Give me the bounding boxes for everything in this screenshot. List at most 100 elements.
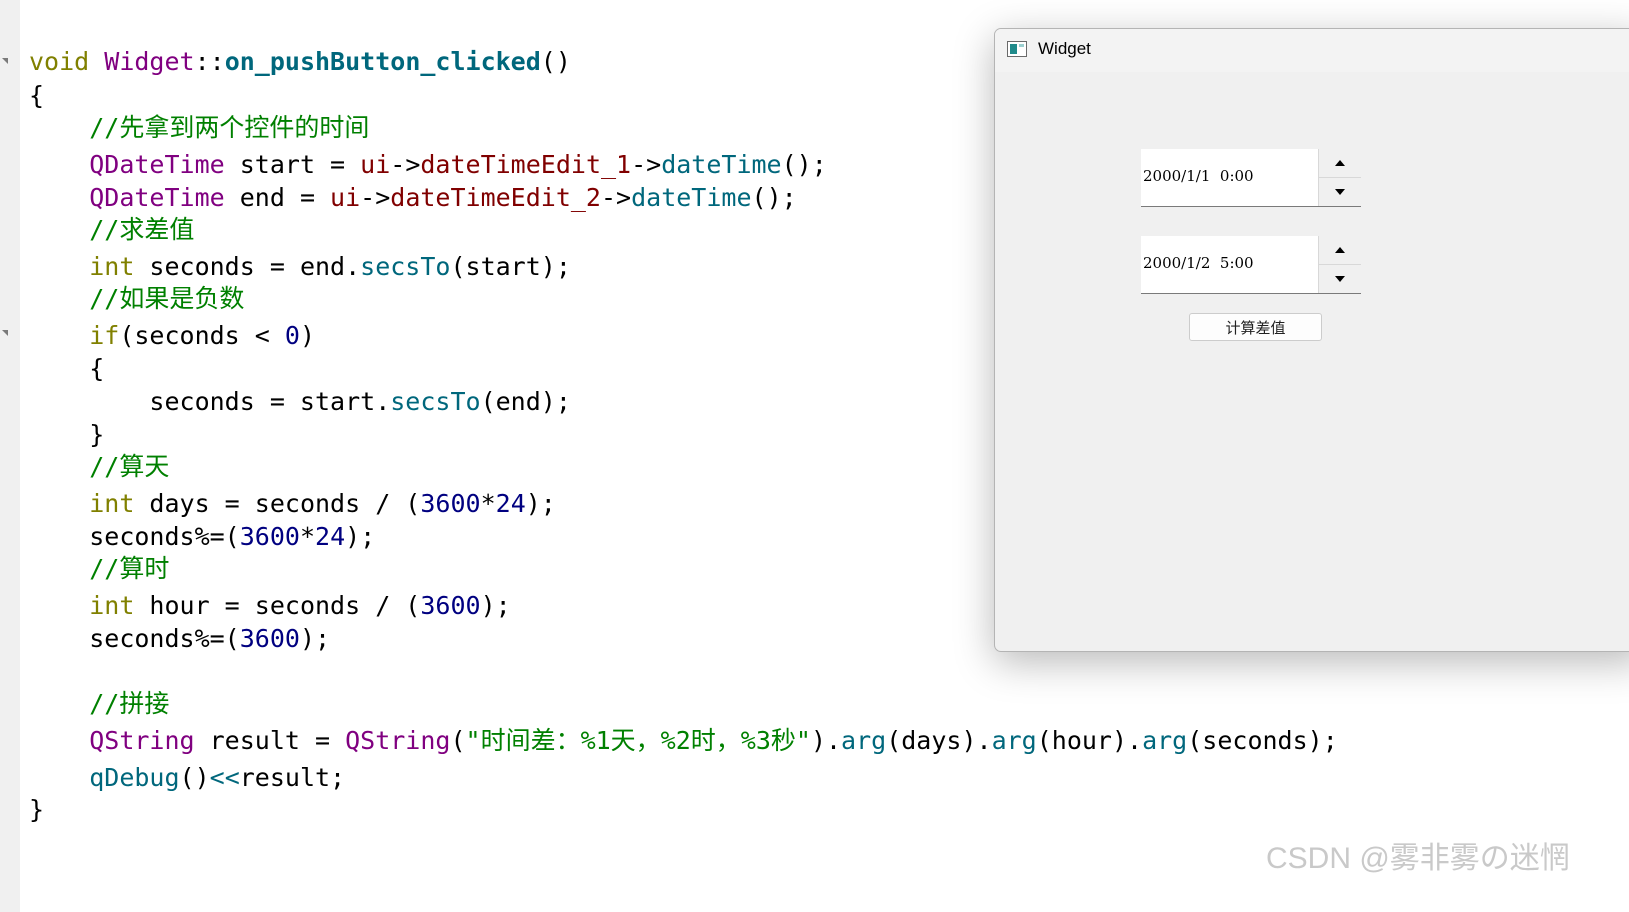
keyword-void: void xyxy=(29,47,90,76)
operator: -> xyxy=(631,150,662,179)
keyword-if: if xyxy=(89,321,120,350)
window-titlebar[interactable]: Widget xyxy=(995,29,1629,72)
code-line-comment: //如果是负数 xyxy=(29,282,244,316)
member: ui xyxy=(360,150,391,179)
function-call: arg xyxy=(1142,726,1188,755)
string-literal: "时间差：%1天，%2时，%3秒" xyxy=(465,726,811,755)
code-line: int hour = seconds / (3600); xyxy=(29,589,511,623)
code-line: QString result = QString("时间差：%1天，%2时，%3… xyxy=(29,724,1338,758)
comment: //如果是负数 xyxy=(89,284,245,313)
code-text: (); xyxy=(781,150,827,179)
arrow-up-icon xyxy=(1335,160,1345,166)
close-brace: } xyxy=(29,795,45,824)
code-text: (days). xyxy=(886,726,992,755)
datetime-edit-2-value[interactable]: 2000/1/2 5:00 xyxy=(1143,254,1254,272)
number: 24 xyxy=(495,489,526,518)
code-text: ) xyxy=(299,321,316,350)
function-call: qDebug xyxy=(89,763,180,792)
editor-gutter xyxy=(0,0,20,912)
keyword-int: int xyxy=(89,591,135,620)
code-text: ). xyxy=(810,726,842,755)
code-text: seconds%=( xyxy=(89,624,240,653)
comment: //算时 xyxy=(89,554,170,583)
fold-marker-icon[interactable] xyxy=(2,58,8,64)
operator: -> xyxy=(600,183,632,212)
function-call: secsTo xyxy=(390,387,481,416)
code-text: ); xyxy=(480,591,511,620)
comment: //拼接 xyxy=(89,689,170,718)
code-line: int seconds = end.secsTo(start); xyxy=(29,250,571,284)
comment: //先拿到两个控件的时间 xyxy=(89,113,370,142)
operator: * xyxy=(480,489,496,518)
code-line: QDateTime start = ui->dateTimeEdit_1->da… xyxy=(29,148,827,182)
code-line: int days = seconds / (3600*24); xyxy=(29,487,556,521)
operator: << xyxy=(209,763,240,792)
code-line: qDebug()<<result; xyxy=(29,761,345,795)
code-line: seconds%=(3600*24); xyxy=(29,520,375,554)
app-window-icon xyxy=(1007,41,1027,57)
code-text: (start); xyxy=(450,252,571,281)
number: 3600 xyxy=(420,489,481,518)
code-text: seconds = end. xyxy=(134,252,361,281)
code-line: } xyxy=(29,418,104,452)
code-text: hour = seconds / ( xyxy=(134,591,421,620)
number: 24 xyxy=(315,522,346,551)
code-text: seconds = start. xyxy=(89,387,391,416)
code-line-comment: //求差值 xyxy=(29,213,194,247)
code-text: (hour). xyxy=(1036,726,1143,755)
member: ui xyxy=(330,183,361,212)
code-text: (seconds); xyxy=(1187,726,1338,755)
spin-down-button[interactable] xyxy=(1319,265,1361,293)
spin-up-button[interactable] xyxy=(1319,149,1361,178)
datetime-edit-2[interactable]: 2000/1/2 5:00 xyxy=(1141,236,1361,294)
arrow-down-icon xyxy=(1335,189,1345,195)
code-text: days = seconds / ( xyxy=(134,489,421,518)
code-line: { xyxy=(29,352,104,386)
fold-marker-icon[interactable] xyxy=(2,330,8,336)
code-text: end = xyxy=(224,183,331,212)
calculate-difference-button[interactable]: 计算差值 xyxy=(1189,313,1322,341)
code-line: } xyxy=(29,793,44,827)
open-brace: { xyxy=(29,81,45,110)
code-line-comment: //算天 xyxy=(29,450,169,484)
code-line: QDateTime end = ui->dateTimeEdit_2->date… xyxy=(29,181,797,215)
type: QString xyxy=(345,726,451,755)
type: QDateTime xyxy=(89,183,225,212)
number: 3600 xyxy=(239,624,300,653)
arrow-down-icon xyxy=(1335,276,1345,282)
function-call: dateTime xyxy=(631,183,752,212)
datetime-edit-1[interactable]: 2000/1/1 0:00 xyxy=(1141,149,1361,207)
code-line-comment: //算时 xyxy=(29,552,169,586)
class-name: Widget xyxy=(104,47,195,76)
number: 3600 xyxy=(420,591,481,620)
comment: //求差值 xyxy=(89,215,195,244)
function-name: on_pushButton_clicked xyxy=(224,47,541,76)
window-title: Widget xyxy=(1038,39,1091,58)
parens: () xyxy=(540,47,571,76)
code-line: seconds%=(3600); xyxy=(29,622,330,656)
code-text: (seconds < xyxy=(119,321,285,350)
spin-up-button[interactable] xyxy=(1319,236,1361,265)
watermark: CSDN @雾非雾の迷惘 xyxy=(1266,842,1570,875)
datetime-edit-1-spinner xyxy=(1318,149,1361,206)
keyword-int: int xyxy=(89,252,135,281)
type: QDateTime xyxy=(89,150,225,179)
code-line-signature: void Widget::on_pushButton_clicked() xyxy=(29,45,571,79)
function-call: arg xyxy=(841,726,887,755)
code-line: if(seconds < 0) xyxy=(29,319,315,353)
code-line-comment: //拼接 xyxy=(29,687,169,721)
code-text: (); xyxy=(751,183,797,212)
datetime-edit-2-spinner xyxy=(1318,236,1361,293)
code-text: ); xyxy=(345,522,376,551)
member: dateTimeEdit_1 xyxy=(420,150,632,179)
widget-window[interactable]: Widget 2000/1/1 0:00 2000/1/2 5:00 计算差值 xyxy=(994,28,1629,652)
spin-down-button[interactable] xyxy=(1319,178,1361,206)
function-call: secsTo xyxy=(360,252,451,281)
code-text: seconds%=( xyxy=(89,522,240,551)
code-text: ( xyxy=(450,726,466,755)
scope-operator: :: xyxy=(194,47,225,76)
datetime-edit-1-value[interactable]: 2000/1/1 0:00 xyxy=(1143,167,1254,185)
open-brace: { xyxy=(89,354,105,383)
code-line: seconds = start.secsTo(end); xyxy=(29,385,570,419)
function-call: arg xyxy=(991,726,1037,755)
